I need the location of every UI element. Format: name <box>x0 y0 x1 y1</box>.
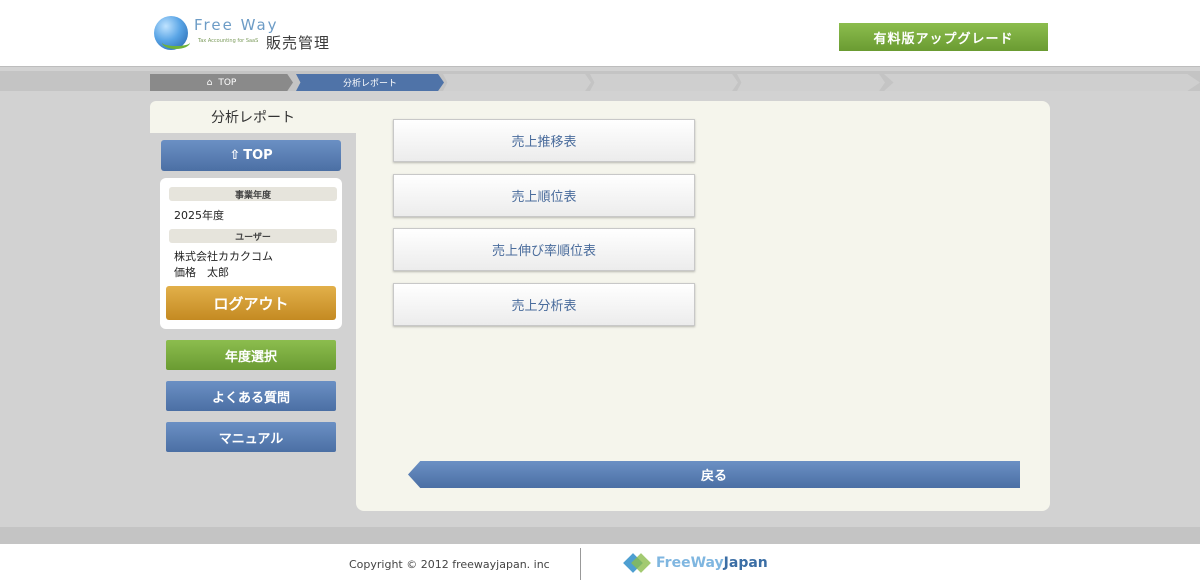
report-sales-ranking-button[interactable]: 売上順位表 <box>393 174 695 217</box>
user-name: 価格 太郎 <box>174 266 229 279</box>
freewayjapan-logo[interactable]: FreeWayJapan <box>623 553 768 573</box>
fiscal-year-value: 2025年度 <box>174 209 224 222</box>
report-sales-trend-button[interactable]: 売上推移表 <box>393 119 695 162</box>
top-button-label: TOP <box>243 148 273 163</box>
faq-button[interactable]: よくある質問 <box>166 381 336 411</box>
breadcrumb-empty-step <box>590 74 738 91</box>
up-arrow-icon: ⇧ <box>229 148 241 163</box>
footer: Copyright © 2012 freewayjapan. inc FreeW… <box>0 544 1200 586</box>
swoosh-icon <box>162 36 190 49</box>
fiscal-year-heading: 事業年度 <box>169 187 337 201</box>
breadcrumb-empty-step <box>443 74 591 91</box>
top-button[interactable]: ⇧ TOP <box>161 140 341 171</box>
breadcrumb-empty-step <box>737 74 885 91</box>
report-sales-analysis-button[interactable]: 売上分析表 <box>393 283 695 326</box>
freewayjapan-mark-icon <box>623 553 651 573</box>
user-heading: ユーザー <box>169 229 337 243</box>
freeway-logo[interactable]: Free Way Tax Accounting for SaaS 販売管理 <box>154 14 344 54</box>
main-panel: 売上推移表 売上順位表 売上伸び率順位表 売上分析表 戻る <box>356 101 1050 511</box>
header: Free Way Tax Accounting for SaaS 販売管理 有料… <box>0 0 1200 67</box>
company-name: 株式会社カカクコム <box>174 250 273 263</box>
breadcrumb-empty-step <box>884 74 1200 91</box>
breadcrumb-current-label: 分析レポート <box>342 79 397 89</box>
brand-free-text: FreeWay <box>656 555 724 571</box>
brand-japan-text: Japan <box>723 555 768 571</box>
manual-button[interactable]: マニュアル <box>166 422 336 452</box>
breadcrumb-current: 分析レポート <box>296 74 444 91</box>
copyright-text: Copyright © 2012 freewayjapan. inc <box>349 558 550 571</box>
logo-product-name: 販売管理 <box>266 34 331 52</box>
sidebar-title: 分析レポート <box>150 101 356 133</box>
footer-strip <box>0 527 1200 544</box>
upgrade-button[interactable]: 有料版アップグレード <box>839 23 1048 51</box>
user-info-panel: 事業年度 2025年度 ユーザー 株式会社カカクコム 価格 太郎 ログアウト <box>160 178 342 329</box>
home-icon: ⌂ <box>206 77 213 88</box>
report-growth-ranking-button[interactable]: 売上伸び率順位表 <box>393 228 695 271</box>
breadcrumb-top-label: TOP <box>218 77 237 88</box>
footer-divider <box>580 548 581 580</box>
back-button[interactable]: 戻る <box>408 461 1020 488</box>
logout-button[interactable]: ログアウト <box>166 286 336 320</box>
year-select-button[interactable]: 年度選択 <box>166 340 336 370</box>
breadcrumb-top[interactable]: ⌂ TOP <box>150 74 293 91</box>
logo-tagline: Tax Accounting for SaaS <box>198 38 259 44</box>
